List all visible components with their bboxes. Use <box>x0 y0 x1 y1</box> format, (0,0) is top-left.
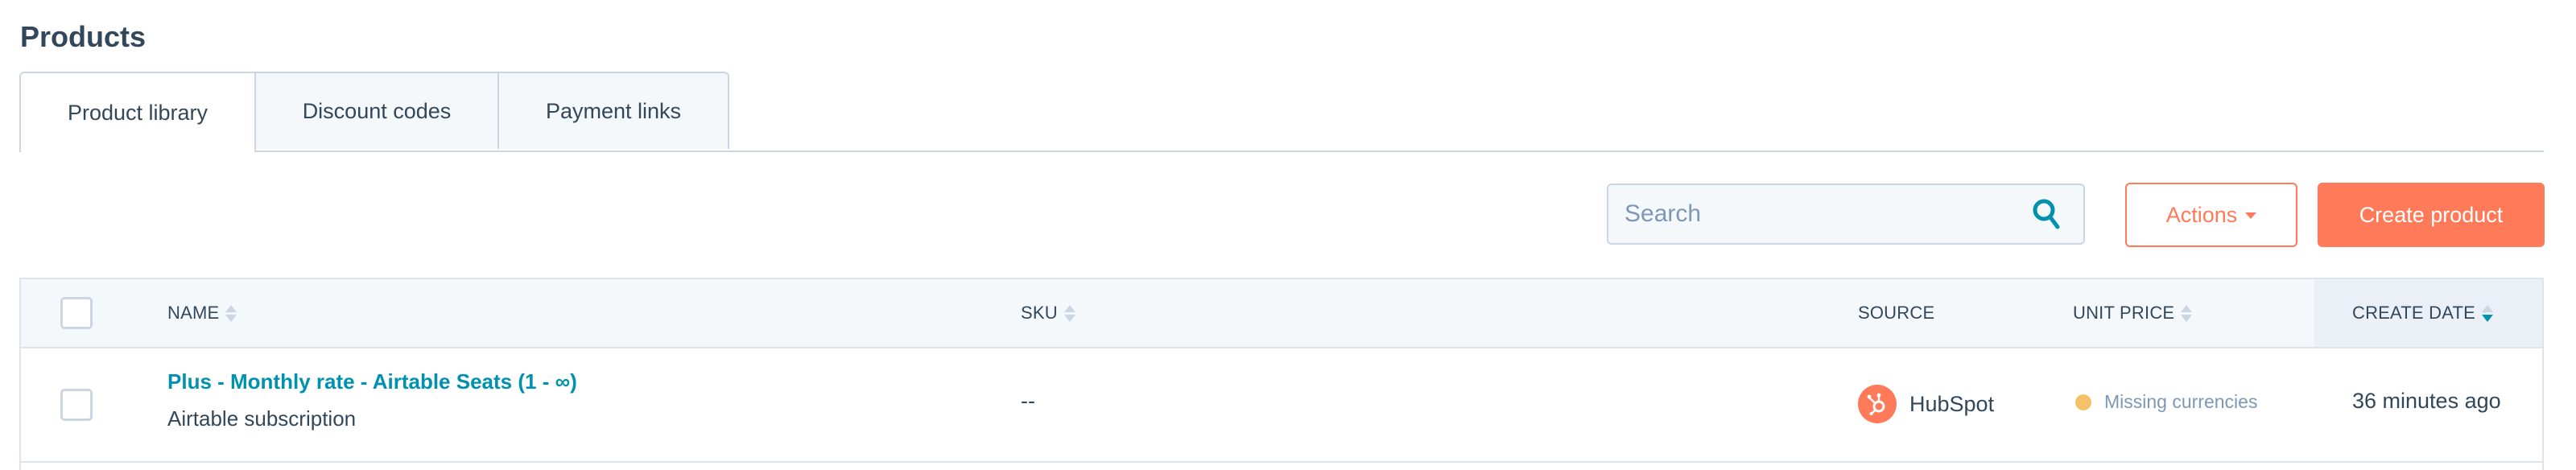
tab-discount-codes[interactable]: Discount codes <box>254 72 499 149</box>
select-all-checkbox[interactable] <box>60 297 93 329</box>
products-table: NAME SKU SOURCE UNIT PRICE CREATE DATE P… <box>19 278 2544 470</box>
tab-bar: Product library Discount codes Payment l… <box>19 72 2544 152</box>
tab-payment-links[interactable]: Payment links <box>497 72 729 149</box>
table-row: Plus - Monthly rate - Airtable Seats (1 … <box>21 348 2542 463</box>
page-title: Products <box>20 20 147 53</box>
sort-icon <box>2181 304 2193 322</box>
column-header-sku[interactable]: SKU <box>1021 279 1075 347</box>
actions-dropdown-button[interactable]: Actions <box>2125 183 2297 247</box>
create-product-button[interactable]: Create product <box>2318 183 2545 247</box>
product-description: Airtable subscription <box>167 406 357 431</box>
column-header-unit-price[interactable]: UNIT PRICE <box>2073 279 2193 347</box>
column-label: CREATE DATE <box>2352 303 2475 323</box>
unit-price-cell: Missing currencies <box>2075 391 2257 413</box>
column-header-name[interactable]: NAME <box>167 279 237 347</box>
column-label: NAME <box>167 303 220 323</box>
search-input[interactable] <box>1608 185 2032 243</box>
row-checkbox[interactable] <box>60 389 93 421</box>
tab-product-library[interactable]: Product library <box>19 72 256 152</box>
sort-descending-icon <box>2481 304 2493 322</box>
column-label: SOURCE <box>1858 303 1935 323</box>
search-icon[interactable] <box>2032 196 2061 232</box>
source-cell: HubSpot <box>1858 385 1994 423</box>
sku-value: -- <box>1021 389 1035 413</box>
sort-icon <box>225 304 237 322</box>
sort-icon <box>1063 304 1075 322</box>
product-name-link[interactable]: Plus - Monthly rate - Airtable Seats (1 … <box>167 369 577 394</box>
column-label: SKU <box>1021 303 1058 323</box>
product-name-cell: Plus - Monthly rate - Airtable Seats (1 … <box>167 369 577 394</box>
unit-price-status: Missing currencies <box>2104 391 2258 412</box>
tab-bar-divider <box>19 150 2544 152</box>
warning-status-dot <box>2075 394 2091 410</box>
hubspot-sprocket-icon <box>1858 385 1897 423</box>
tab-label: Discount codes <box>302 98 452 123</box>
actions-label: Actions <box>2165 202 2238 227</box>
tab-label: Product library <box>67 100 208 125</box>
search-box <box>1607 183 2085 245</box>
column-header-create-date[interactable]: CREATE DATE <box>2314 279 2542 347</box>
create-date-value: 36 minutes ago <box>2352 389 2501 413</box>
tab-label: Payment links <box>545 98 682 123</box>
source-label: HubSpot <box>1909 391 1995 416</box>
column-header-source: SOURCE <box>1858 279 1934 347</box>
column-label[interactable]: UNIT PRICE <box>2073 303 2174 324</box>
create-product-label: Create product <box>2359 202 2504 227</box>
caret-down-icon <box>2245 212 2257 219</box>
table-header: NAME SKU SOURCE UNIT PRICE CREATE DATE <box>21 279 2542 348</box>
